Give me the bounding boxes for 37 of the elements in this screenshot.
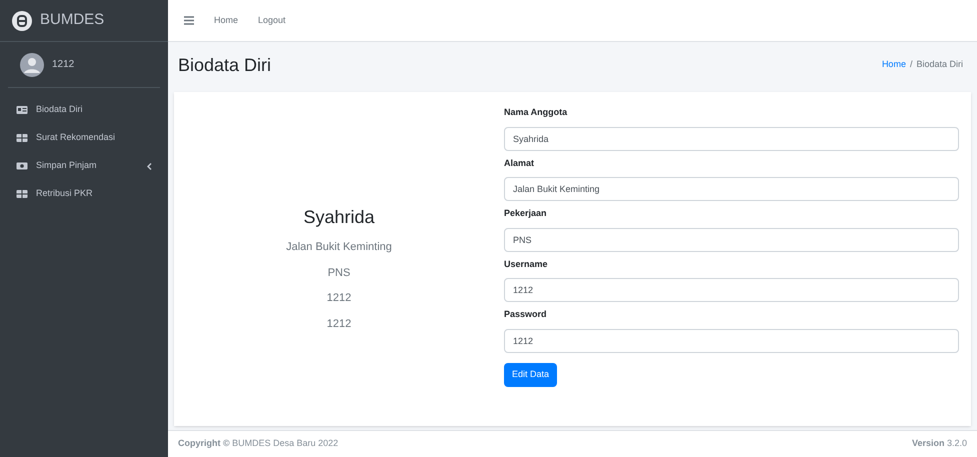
field-label: Username [504,258,549,270]
menu-icon[interactable] [184,16,194,25]
field-label: Password [504,308,548,321]
sidebar-item[interactable]: Biodata Diri [8,96,160,124]
breadcrumb-separator: / [910,58,912,72]
table-icon [16,189,28,199]
profile-name: Syahrida [303,206,375,229]
input-field[interactable]: PNS [504,228,959,252]
input-field[interactable]: 1212 [504,328,959,352]
edit-data-button[interactable]: Edit Data [504,362,558,386]
nav-link[interactable]: Home [214,14,238,28]
field-label: Alamat [504,156,536,170]
page-title: Biodata Diri [178,54,272,76]
nav-link[interactable]: Logout [258,14,286,28]
sidebar-item[interactable]: Surat Rekomendasi [8,124,160,152]
brand-name[interactable]: BUMDES [40,9,104,32]
breadcrumb-current: Biodata Diri [916,58,963,72]
copyright-text: Copyright © BUMDES Desa Baru 2022 [178,437,338,450]
table-icon [16,133,28,143]
logo-icon [12,10,32,30]
user-name[interactable]: 1212 [52,57,74,72]
profile-detail: PNS [328,266,350,280]
avatar-icon [20,52,44,76]
input-field[interactable]: Jalan Bukit Keminting [504,177,959,201]
money-icon [16,161,28,171]
field-label: Nama Anggota [504,106,568,119]
profile-detail: 1212 [326,291,352,306]
sidebar-item[interactable]: Simpan Pinjam [8,152,160,180]
id-card-icon [16,105,28,115]
input-field[interactable]: Syahrida [504,126,959,150]
field-label: Pekerjaan [504,207,548,220]
version-text: Version 3.2.0 [912,437,967,450]
breadcrumb-link[interactable]: Home [882,58,906,72]
profile-detail: Jalan Bukit Keminting [286,240,392,255]
sidebar-item[interactable]: Retribusi PKR [8,180,160,208]
profile-detail: 1212 [326,316,352,332]
input-field[interactable]: 1212 [504,278,959,302]
